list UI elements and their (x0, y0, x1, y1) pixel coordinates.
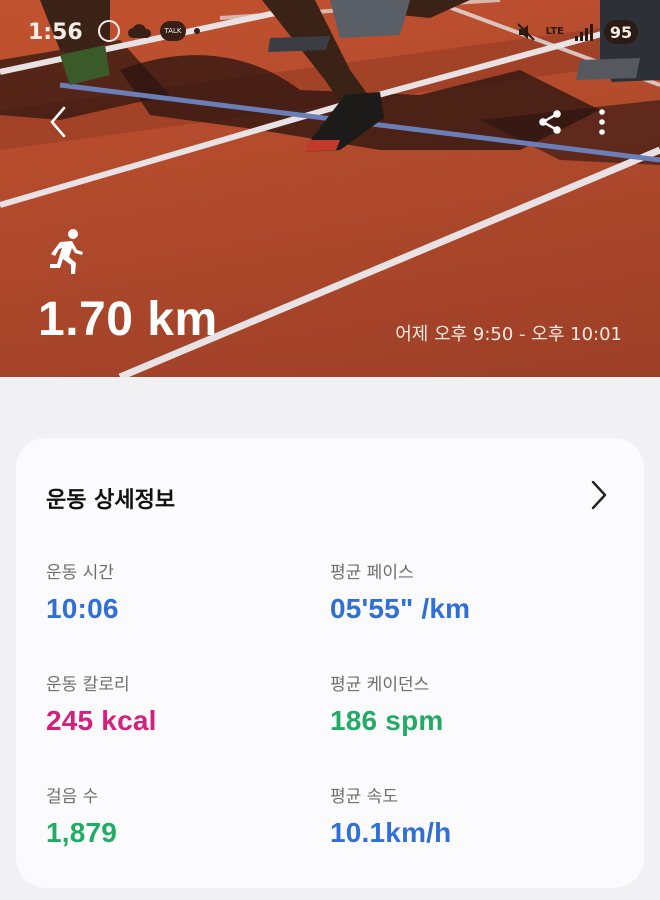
metric-label: 걸음 수 (46, 787, 99, 807)
metric-calories: 운동 칼로리 245 kcal (46, 670, 326, 737)
share-button[interactable] (532, 104, 568, 140)
cloud-notification-icon (128, 24, 152, 38)
metric-value: 10:06 (46, 593, 119, 624)
chevron-right-icon (591, 480, 607, 510)
talk-notification-icon: TALK (160, 21, 186, 41)
metric-label: 평균 케이던스 (330, 675, 430, 695)
status-time: 1:56 (28, 20, 83, 45)
status-right-icons: LTE 95 (516, 20, 638, 44)
back-button[interactable] (40, 102, 76, 142)
details-more-button[interactable] (584, 478, 614, 512)
battery-level: 95 (604, 20, 638, 44)
workout-details-card: 운동 상세정보 운동 시간 10:06 평균 페이스 05'55" /km 운동… (16, 438, 644, 888)
more-options-button[interactable] (584, 104, 620, 140)
workout-distance: 1.70 km (38, 293, 218, 346)
running-icon (50, 229, 83, 274)
details-title: 운동 상세정보 (46, 488, 176, 513)
workout-time-range: 어제 오후 9:50 - 오후 10:01 (395, 324, 622, 345)
signal-icon (575, 24, 593, 41)
chevron-left-icon (50, 106, 66, 138)
hero-banner: 1:56 TALK LTE 95 1.70 km 어제 오후 9:50 - 오후… (0, 0, 660, 377)
notification-dot-icon (194, 28, 200, 34)
metric-average-speed: 평균 속도 10.1km/h (330, 782, 610, 849)
metric-label: 운동 시간 (46, 563, 114, 583)
more-vertical-icon (599, 109, 605, 135)
metric-value: 1,879 (46, 817, 118, 848)
network-type: LTE (545, 26, 564, 37)
mute-icon (516, 23, 535, 41)
metric-exercise-time: 운동 시간 10:06 (46, 558, 326, 625)
status-bar: 1:56 TALK LTE 95 (0, 0, 660, 66)
share-icon (539, 110, 561, 134)
metric-label: 운동 칼로리 (46, 675, 130, 695)
face-notification-icon (98, 20, 120, 42)
metric-value: 10.1km/h (330, 817, 452, 848)
metric-label: 평균 페이스 (330, 563, 414, 583)
metric-value: 05'55" /km (330, 593, 471, 624)
metric-value: 245 kcal (46, 705, 157, 736)
status-notification-icons: TALK (98, 20, 200, 42)
metric-steps: 걸음 수 1,879 (46, 782, 326, 849)
metric-value: 186 spm (330, 705, 444, 736)
metric-label: 평균 속도 (330, 787, 398, 807)
metric-average-cadence: 평균 케이던스 186 spm (330, 670, 610, 737)
metric-average-pace: 평균 페이스 05'55" /km (330, 558, 610, 625)
